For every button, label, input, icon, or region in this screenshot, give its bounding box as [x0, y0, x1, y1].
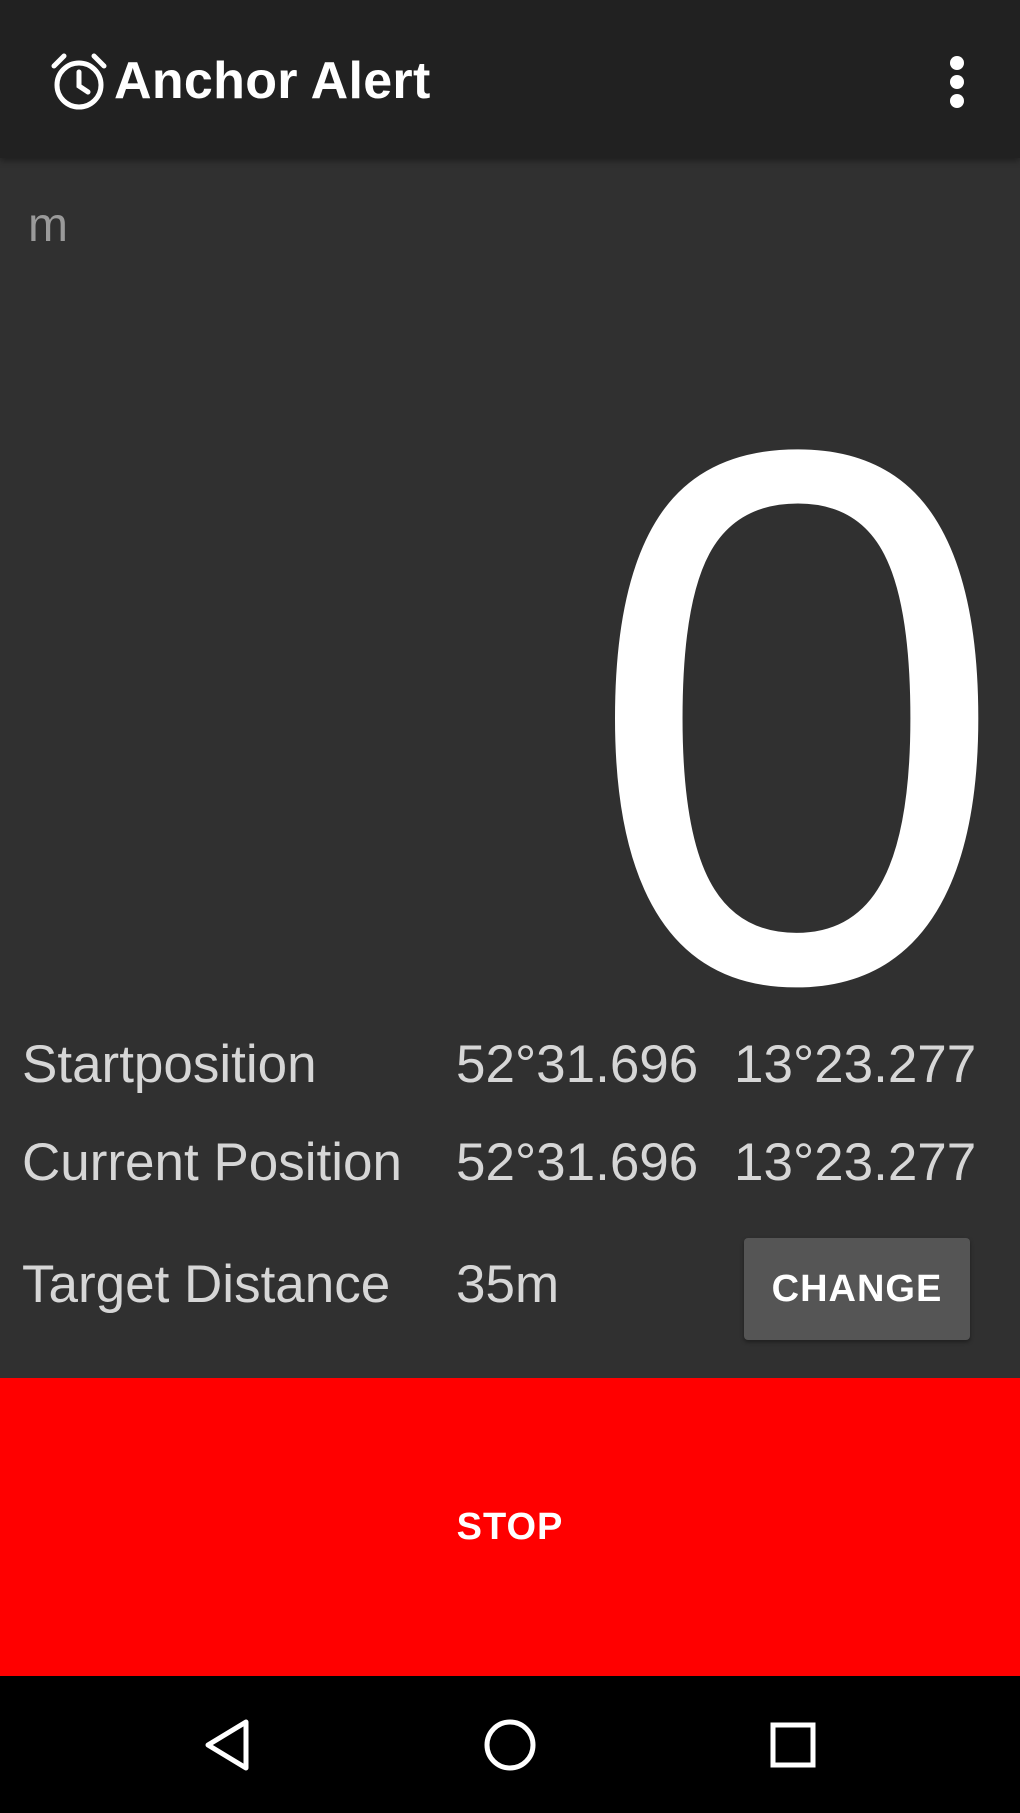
- start-position-lat: 52°31.696: [456, 1035, 699, 1094]
- current-distance-value: 0: [585, 293, 1008, 1142]
- start-position-lon: 13°23.277: [734, 1035, 977, 1094]
- distance-unit: m: [28, 199, 68, 252]
- current-position-row: Current Position 52°31.696 13°23.277: [0, 1128, 1020, 1198]
- app-bar: Anchor Alert: [0, 0, 1020, 158]
- more-vert-icon[interactable]: [936, 46, 980, 116]
- alarm-clock-icon: [51, 53, 107, 110]
- recents-square-icon[interactable]: [762, 1714, 824, 1776]
- change-button[interactable]: CHANGE: [744, 1238, 970, 1340]
- target-distance-label: Target Distance: [22, 1255, 391, 1314]
- app-title: Anchor Alert: [114, 52, 431, 110]
- stop-button[interactable]: STOP: [0, 1378, 1020, 1676]
- back-triangle-icon[interactable]: [196, 1714, 258, 1776]
- target-distance-value: 35m: [456, 1255, 560, 1314]
- current-position-label: Current Position: [22, 1133, 403, 1192]
- current-position-lon: 13°23.277: [734, 1133, 977, 1192]
- system-nav-bar: [0, 1676, 1020, 1813]
- start-position-row: Startposition 52°31.696 13°23.277: [0, 1030, 1020, 1100]
- start-position-label: Startposition: [22, 1035, 317, 1094]
- home-circle-icon[interactable]: [479, 1714, 541, 1776]
- current-position-lat: 52°31.696: [456, 1133, 699, 1192]
